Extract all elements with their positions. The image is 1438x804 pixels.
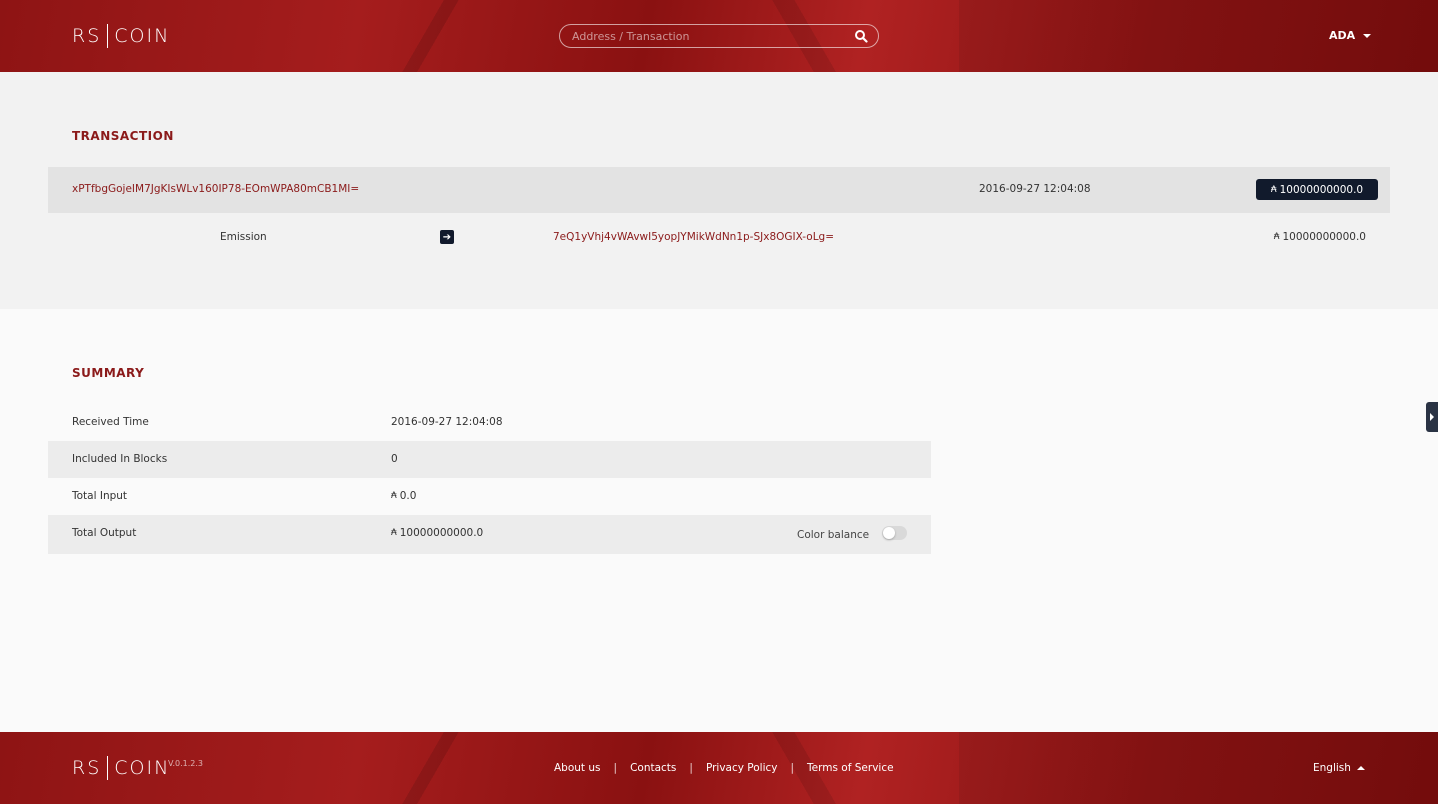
received-time-value: 2016-09-27 12:04:08 — [391, 416, 503, 428]
about-us-link[interactable]: About us — [554, 762, 601, 774]
transaction-header-row: xPTfbgGojeIM7JgKIsWLv160IP78-EOmWPA80mCB… — [48, 167, 1390, 213]
search-icon[interactable] — [854, 29, 868, 43]
summary-row-included-in-blocks: Included In Blocks 0 — [48, 441, 931, 478]
currency-label: ADA — [1329, 29, 1356, 42]
summary-label: Received Time — [72, 416, 149, 428]
footer: RS COIN V.0.1.2.3 About us | Contacts | … — [0, 732, 1438, 804]
logo-divider — [107, 24, 109, 48]
chevron-up-icon — [1356, 766, 1365, 770]
ada-icon: ₳ — [1270, 184, 1277, 195]
transaction-io-row: Emission ➔ 7eQ1yVhj4vWAvwI5yopJYMikWdNn1… — [48, 213, 1390, 261]
summary-row-total-input: Total Input ₳ 0.0 — [48, 478, 931, 515]
ada-icon: ₳ — [391, 528, 397, 538]
summary-row-received-time: Received Time 2016-09-27 12:04:08 — [48, 404, 931, 441]
output-amount: ₳ 10000000000.0 — [1274, 231, 1366, 243]
color-balance-label: Color balance — [797, 529, 870, 541]
contacts-link[interactable]: Contacts — [630, 762, 676, 774]
chevron-down-icon — [1363, 33, 1372, 38]
summary-table: Received Time 2016-09-27 12:04:08 Includ… — [48, 404, 931, 554]
link-separator: | — [790, 762, 795, 774]
language-dropdown[interactable]: English — [1313, 762, 1365, 774]
color-balance-toggle[interactable] — [882, 526, 907, 540]
output-amount-value: 10000000000.0 — [1282, 231, 1366, 243]
summary-label: Total Input — [72, 490, 128, 502]
logo-right: COIN — [114, 25, 171, 47]
link-separator: | — [689, 762, 693, 774]
logo-left: RS — [72, 757, 102, 779]
transaction-amount-badge: ₳ 10000000000.0 — [1256, 179, 1378, 200]
transaction-hash-link[interactable]: xPTfbgGojeIM7JgKIsWLv160IP78-EOmWPA80mCB… — [72, 183, 359, 195]
summary-value: 0 — [391, 453, 398, 465]
included-in-blocks-value: 0 — [391, 453, 398, 465]
summary-value: ₳ 10000000000.0 — [391, 527, 483, 539]
version-label: V.0.1.2.3 — [168, 759, 203, 768]
summary-value: 2016-09-27 12:04:08 — [391, 416, 503, 428]
total-output-value: 10000000000.0 — [399, 527, 484, 539]
language-label: English — [1313, 762, 1351, 774]
summary-section: SUMMARY Received Time 2016-09-27 12:04:0… — [0, 309, 1438, 732]
privacy-policy-link[interactable]: Privacy Policy — [706, 762, 778, 774]
transaction-amount: 10000000000.0 — [1279, 183, 1364, 196]
footer-logo[interactable]: RS COIN — [72, 756, 170, 780]
ada-icon: ₳ — [1273, 232, 1280, 242]
logo-left: RS — [72, 25, 102, 47]
summary-label: Total Output — [72, 527, 137, 539]
output-address-link[interactable]: 7eQ1yVhj4vWAvwI5yopJYMikWdNn1p-SJx8OGIX-… — [553, 231, 834, 243]
header: RS COIN ADA — [0, 0, 1438, 72]
transaction-title: TRANSACTION — [72, 129, 174, 143]
logo-divider — [107, 756, 109, 780]
side-panel-toggle[interactable] — [1426, 402, 1438, 432]
currency-dropdown[interactable]: ADA — [1329, 29, 1372, 42]
summary-title: SUMMARY — [72, 366, 145, 380]
search-box — [559, 24, 879, 48]
search-input[interactable] — [572, 28, 842, 44]
arrow-right-icon: ➔ — [440, 230, 454, 244]
ada-icon: ₳ — [391, 491, 397, 501]
logo[interactable]: RS COIN — [72, 24, 170, 48]
total-input-value: 0.0 — [399, 490, 417, 502]
input-emission-label: Emission — [220, 231, 267, 243]
summary-value: ₳ 0.0 — [391, 490, 416, 502]
transaction-section: TRANSACTION xPTfbgGojeIM7JgKIsWLv160IP78… — [0, 72, 1438, 309]
terms-of-service-link[interactable]: Terms of Service — [807, 762, 894, 774]
summary-label: Included In Blocks — [72, 453, 168, 465]
footer-links: About us | Contacts | Privacy Policy | T… — [554, 762, 894, 774]
summary-row-total-output: Total Output ₳ 10000000000.0 Color balan… — [48, 515, 931, 554]
transaction-date: 2016-09-27 12:04:08 — [979, 183, 1091, 195]
logo-right: COIN — [114, 757, 171, 779]
link-separator: | — [613, 762, 618, 774]
